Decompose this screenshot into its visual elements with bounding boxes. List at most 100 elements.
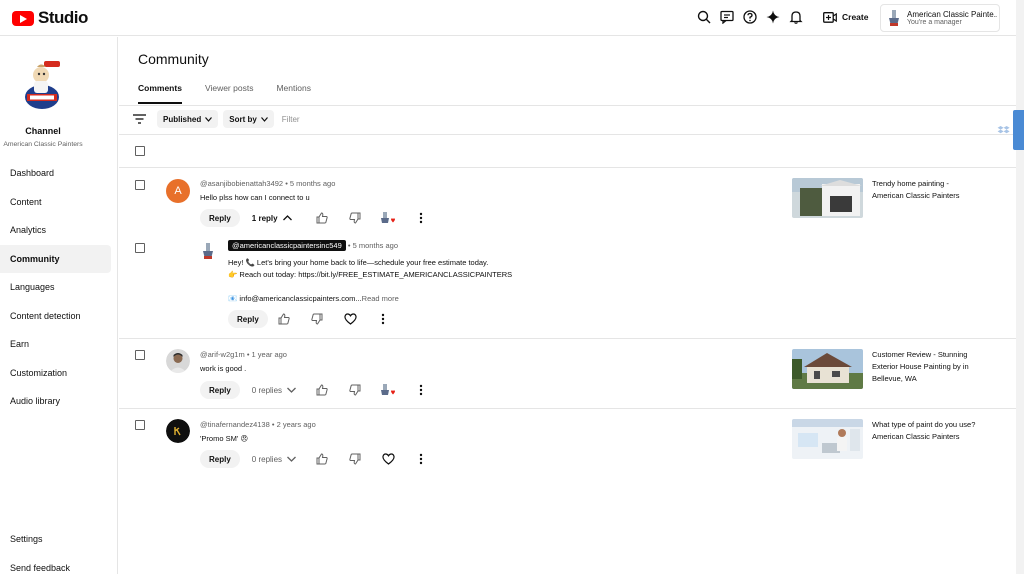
sidebar-item-analytics[interactable]: Analytics — [0, 216, 111, 245]
more-options-icon[interactable] — [405, 450, 438, 468]
dislike-icon[interactable] — [339, 209, 372, 227]
video-thumbnail[interactable] — [792, 349, 863, 389]
chevron-down-icon — [205, 117, 212, 122]
reply-email: 📧 info@americanclassicpainters.com... — [228, 294, 362, 303]
sidebar-item-content-detection[interactable]: Content detection — [0, 302, 111, 331]
comment-checkbox[interactable] — [135, 180, 145, 190]
comment-actions: Reply 1 reply — [200, 209, 438, 227]
dislike-icon[interactable] — [301, 310, 334, 328]
main-content: Community Comments Viewer posts Mentions… — [119, 37, 1016, 574]
replies-toggle[interactable]: 0 replies — [252, 386, 306, 395]
filter-input[interactable]: Filter — [282, 115, 300, 124]
select-all-checkbox[interactable] — [135, 146, 145, 156]
reply-text-line-3: 📧 info@americanclassicpainters.com...Rea… — [228, 294, 399, 303]
video-thumbnail[interactable] — [792, 178, 863, 218]
comment-text: work is good . — [200, 364, 246, 373]
reply-button[interactable]: Reply — [228, 310, 268, 328]
divider — [119, 408, 1016, 409]
account-name: American Classic Painte... — [907, 10, 997, 19]
top-bar: Studio Create American Classic Painte...… — [0, 0, 1016, 36]
dislike-icon[interactable] — [339, 450, 372, 468]
reply-button[interactable]: Reply — [200, 209, 240, 227]
notifications-icon[interactable] — [784, 6, 807, 28]
sidebar-item-send-feedback[interactable]: Send feedback — [0, 554, 111, 582]
comment-meta: @asanjibobienattah3492 • 5 months ago — [200, 179, 335, 188]
feedback-icon[interactable] — [715, 6, 738, 28]
sidebar-item-earn[interactable]: Earn — [0, 330, 111, 359]
chevron-up-icon — [283, 215, 292, 221]
heart-icon[interactable] — [372, 450, 405, 468]
read-more-link[interactable]: Read more — [362, 294, 399, 303]
avatar[interactable]: A — [166, 179, 190, 203]
comment-checkbox[interactable] — [135, 350, 145, 360]
comment-author[interactable]: @arif-w2g1m — [200, 350, 245, 359]
sidebar-item-community[interactable]: Community — [0, 245, 111, 274]
video-title[interactable]: Customer Review - Stunning Exterior Hous… — [872, 349, 982, 385]
help-icon[interactable] — [738, 6, 761, 28]
sidebar: Channel American Classic Painters Dashbo… — [0, 37, 118, 574]
dropbox-icon[interactable] — [994, 120, 1014, 140]
comment-time: 1 year ago — [252, 350, 287, 359]
replies-toggle[interactable]: 0 replies — [252, 455, 306, 464]
side-panel-tab[interactable] — [1013, 110, 1024, 150]
video-title[interactable]: What type of paint do you use? American … — [872, 419, 982, 443]
channel-label: Channel — [0, 126, 86, 136]
studio-logo[interactable]: Studio — [12, 8, 88, 28]
sidebar-item-settings[interactable]: Settings — [0, 525, 111, 554]
divider — [119, 105, 1016, 106]
comment-author[interactable]: @asanjibobienattah3492 — [200, 179, 283, 188]
top-actions: Create — [692, 6, 874, 28]
tab-mentions[interactable]: Mentions — [276, 83, 311, 104]
divider — [119, 134, 1016, 135]
sidebar-item-dashboard[interactable]: Dashboard — [0, 159, 111, 188]
tab-comments[interactable]: Comments — [138, 83, 182, 104]
comment-checkbox[interactable] — [135, 420, 145, 430]
divider — [119, 338, 1016, 339]
like-icon[interactable] — [268, 310, 301, 328]
sidebar-item-audio-library[interactable]: Audio library — [0, 387, 111, 416]
reply-author[interactable]: @americanclassicpaintersinc549 — [228, 240, 346, 251]
sidebar-item-languages[interactable]: Languages — [0, 273, 111, 302]
like-icon[interactable] — [306, 381, 339, 399]
reply-button[interactable]: Reply — [200, 381, 240, 399]
published-dropdown[interactable]: Published — [157, 110, 218, 128]
creator-heart-icon[interactable] — [372, 209, 405, 227]
replies-toggle[interactable]: 1 reply — [252, 214, 306, 223]
creator-heart-icon[interactable] — [372, 381, 405, 399]
sort-by-dropdown[interactable]: Sort by — [223, 110, 274, 128]
reply-text-line-1: Hey! 📞 Let's bring your home back to lif… — [228, 258, 488, 267]
comment-author[interactable]: @tinafernandez4138 — [200, 420, 270, 429]
create-button[interactable]: Create — [817, 6, 874, 28]
dislike-icon[interactable] — [339, 381, 372, 399]
heart-icon[interactable] — [334, 310, 367, 328]
comment-text: Hello plss how can I connect to u — [200, 193, 310, 202]
more-options-icon[interactable] — [405, 209, 438, 227]
avatar[interactable] — [166, 419, 190, 443]
scrollbar-track[interactable] — [1016, 0, 1024, 574]
tab-viewer-posts[interactable]: Viewer posts — [205, 83, 254, 104]
reply-button[interactable]: Reply — [200, 450, 240, 468]
video-title[interactable]: Trendy home painting - American Classic … — [872, 178, 982, 202]
channel-logo[interactable] — [22, 57, 62, 113]
sidebar-item-customization[interactable]: Customization — [0, 359, 111, 388]
avatar[interactable] — [201, 242, 215, 260]
more-options-icon[interactable] — [405, 381, 438, 399]
published-label: Published — [163, 115, 201, 124]
account-role: You're a manager — [907, 19, 997, 26]
like-icon[interactable] — [306, 450, 339, 468]
comment-actions: Reply 0 replies — [200, 381, 438, 399]
account-switcher[interactable]: American Classic Painte... You're a mana… — [880, 4, 1000, 32]
filter-bar: Published Sort by Filter — [133, 110, 300, 128]
filter-icon[interactable] — [133, 114, 146, 124]
sidebar-item-content[interactable]: Content — [0, 188, 111, 217]
reply-checkbox[interactable] — [135, 243, 145, 253]
divider — [119, 167, 1016, 168]
sparkle-icon[interactable] — [761, 6, 784, 28]
like-icon[interactable] — [306, 209, 339, 227]
reply-text-line-2: 👉 Reach out today: https://bit.ly/FREE_E… — [228, 270, 512, 279]
reply-time: 5 months ago — [353, 241, 398, 250]
avatar[interactable] — [166, 349, 190, 373]
more-options-icon[interactable] — [367, 310, 400, 328]
video-thumbnail[interactable] — [792, 419, 863, 459]
search-icon[interactable] — [692, 6, 715, 28]
